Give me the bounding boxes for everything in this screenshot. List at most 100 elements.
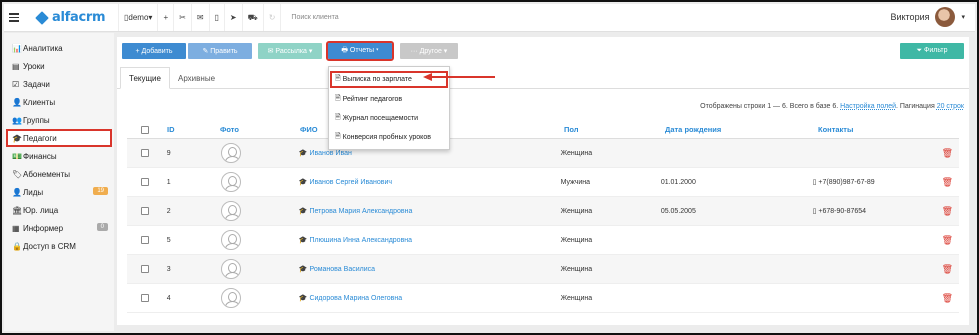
sidebar-item-label: Лиды bbox=[23, 187, 44, 197]
pagination-select[interactable]: 20 строк bbox=[937, 103, 964, 110]
menu-item-attendance-journal[interactable]: 🗎 Журнал посещаемости bbox=[329, 109, 449, 128]
avatar-placeholder-icon bbox=[221, 172, 242, 192]
other-button[interactable]: ··· Другое ▾ bbox=[400, 43, 458, 59]
count-badge: 0 bbox=[96, 223, 108, 231]
avatar-placeholder-icon bbox=[221, 201, 242, 221]
chevron-down-icon: ▾ bbox=[961, 14, 965, 21]
column-header-gender[interactable]: Пол bbox=[564, 125, 665, 134]
mail-icon[interactable]: ✉ bbox=[190, 4, 209, 31]
row-id: 4 bbox=[166, 294, 171, 302]
avatar-placeholder-icon bbox=[221, 288, 242, 308]
edit-button[interactable]: ✎ Править bbox=[188, 43, 252, 59]
count-badge: 19 bbox=[93, 187, 108, 195]
tag-icon: 🏷 bbox=[12, 169, 23, 179]
row-id: 1 bbox=[166, 178, 171, 186]
row-contact[interactable]: +7(890)987-67-89 bbox=[818, 179, 874, 186]
sidebar-item-analytics[interactable]: 📊 Аналитика bbox=[4, 39, 114, 57]
document-icon: 🗎 bbox=[335, 133, 341, 140]
cart-icon[interactable]: ⛟ bbox=[241, 4, 263, 31]
teacher-name-link[interactable]: Иванов Сергей Иванович bbox=[309, 179, 392, 186]
row-id: 3 bbox=[166, 265, 171, 273]
sidebar-item-clients[interactable]: 👤 Клиенты bbox=[4, 93, 114, 111]
table-row[interactable]: 9 🎓 Иванов Иван Женщина 🗑 bbox=[127, 139, 959, 168]
row-checkbox[interactable] bbox=[141, 149, 149, 157]
teacher-name-link[interactable]: Сидорова Марина Олеговна bbox=[309, 295, 402, 302]
sidebar-item-label: Группы bbox=[23, 115, 50, 125]
sidebar-item-subscriptions[interactable]: 🏷 Абонементы bbox=[4, 165, 114, 183]
sidebar-item-label: Клиенты bbox=[23, 97, 56, 107]
column-header-id[interactable]: ID bbox=[167, 125, 220, 134]
sidebar-item-finances[interactable]: 💵 Финансы bbox=[4, 147, 114, 165]
field-settings-link[interactable]: Настройка полей bbox=[840, 103, 896, 110]
calendar-icon: ▤ bbox=[12, 61, 20, 71]
telegram-icon[interactable]: ➤ bbox=[223, 4, 242, 31]
sidebar-item-informer[interactable]: ▦ Информер 0 bbox=[4, 219, 114, 237]
graduation-cap-icon: 🎓 bbox=[298, 179, 308, 186]
wrench-icon[interactable]: ✂ bbox=[173, 4, 191, 31]
sidebar-item-groups[interactable]: 👥 Группы bbox=[4, 111, 114, 129]
sidebar-item-label: Аналитика bbox=[23, 43, 63, 53]
tab-archived[interactable]: Архивные bbox=[170, 67, 223, 89]
sidebar-item-crm-access[interactable]: 🔒 Доступ в CRM bbox=[4, 237, 114, 255]
row-gender: Женщина bbox=[560, 149, 593, 157]
row-checkbox[interactable] bbox=[141, 236, 149, 244]
trash-icon[interactable]: 🗑 bbox=[942, 148, 959, 159]
checkbox-icon: ☑ bbox=[12, 79, 20, 89]
sidebar-item-teachers[interactable]: 🎓 Педагоги bbox=[6, 129, 112, 147]
document-icon: 🗎 bbox=[335, 114, 341, 121]
add-button[interactable]: + Добавить bbox=[122, 43, 186, 59]
teacher-name-link[interactable]: Романова Василиса bbox=[309, 266, 375, 273]
teacher-name-link[interactable]: Иванов Иван bbox=[309, 150, 351, 157]
row-contact[interactable]: +678-90-87654 bbox=[818, 208, 866, 215]
branch-select[interactable]: ▯ demo ▾ bbox=[118, 4, 157, 31]
trash-icon[interactable]: 🗑 bbox=[942, 206, 959, 217]
sidebar-item-lessons[interactable]: ▤ Уроки bbox=[4, 57, 114, 75]
menu-item-trial-conversion[interactable]: 🗎 Конверсия пробных уроков bbox=[329, 128, 449, 147]
logo-mark-icon bbox=[35, 10, 49, 25]
logo[interactable]: alfacrm bbox=[26, 10, 118, 25]
graduation-cap-icon: 🎓 bbox=[298, 266, 308, 273]
trash-icon[interactable]: 🗑 bbox=[942, 235, 959, 246]
sidebar-item-legal-entities[interactable]: 🏛 Юр. лица bbox=[4, 201, 114, 219]
refresh-icon[interactable]: ↻ bbox=[262, 4, 281, 31]
row-checkbox[interactable] bbox=[141, 178, 149, 186]
annotation-arrow-icon bbox=[423, 73, 495, 81]
table-header: ID Фото ФИО Пол Дата рождения Контакты bbox=[127, 121, 959, 139]
trash-icon[interactable]: 🗑 bbox=[942, 177, 959, 188]
menu-item-teacher-rating[interactable]: 🗎 Рейтинг педагогов bbox=[329, 90, 449, 109]
row-checkbox[interactable] bbox=[141, 294, 149, 302]
tab-current[interactable]: Текущие bbox=[120, 67, 170, 89]
sidebar-item-tasks[interactable]: ☑ Задачи bbox=[4, 75, 114, 93]
table-row[interactable]: 3 🎓 Романова Василиса Женщина 🗑 bbox=[127, 255, 959, 284]
user-icon: 👤 bbox=[12, 97, 22, 107]
phone-icon[interactable]: ▯ bbox=[208, 4, 224, 31]
topbar-items: ▯ demo ▾ + ✂ ✉ ▯ ➤ ⛟ ↻ Поиск клиента bbox=[118, 4, 370, 31]
table-row[interactable]: 5 🎓 Плюшина Инна Александровна Женщина 🗑 bbox=[127, 226, 959, 255]
teacher-name-link[interactable]: Плюшина Инна Александровна bbox=[309, 237, 412, 244]
search-input[interactable]: Поиск клиента bbox=[280, 4, 370, 31]
sidebar-item-label: Абонементы bbox=[23, 169, 71, 179]
user-menu[interactable]: Виктория ▾ bbox=[890, 7, 965, 27]
graduation-cap-icon: 🎓 bbox=[298, 295, 308, 302]
select-all-checkbox[interactable] bbox=[141, 125, 149, 134]
row-checkbox[interactable] bbox=[141, 207, 149, 215]
menu-icon[interactable] bbox=[4, 13, 26, 22]
table-row[interactable]: 2 🎓 Петрова Мария Александровна Женщина 0… bbox=[127, 197, 959, 226]
row-id: 5 bbox=[166, 236, 171, 244]
main-content: + Добавить ✎ Править ✉ Рассылка ▾ 🖶 Отче… bbox=[117, 37, 969, 325]
column-header-birthdate[interactable]: Дата рождения bbox=[665, 125, 818, 134]
table-row[interactable]: 4 🎓 Сидорова Марина Олеговна Женщина 🗑 bbox=[127, 284, 959, 313]
filter-button[interactable]: ⏷ Фильтр bbox=[900, 43, 964, 59]
document-icon: 🗎 bbox=[335, 75, 341, 82]
trash-icon[interactable]: 🗑 bbox=[942, 264, 959, 275]
trash-icon[interactable]: 🗑 bbox=[942, 293, 959, 304]
mailing-button[interactable]: ✉ Рассылка ▾ bbox=[258, 43, 322, 59]
lock-icon: 🔒 bbox=[12, 241, 22, 251]
teacher-name-link[interactable]: Петрова Мария Александровна bbox=[309, 208, 412, 215]
row-checkbox[interactable] bbox=[141, 265, 149, 273]
sidebar-item-leads[interactable]: 👤 Лиды 19 bbox=[4, 183, 114, 201]
plus-icon[interactable]: + bbox=[157, 4, 173, 31]
table-row[interactable]: 1 🎓 Иванов Сергей Иванович Мужчина 01.01.… bbox=[127, 168, 959, 197]
reports-button[interactable]: 🖶 Отчеты ▾ bbox=[326, 41, 394, 61]
row-id: 2 bbox=[166, 207, 171, 215]
